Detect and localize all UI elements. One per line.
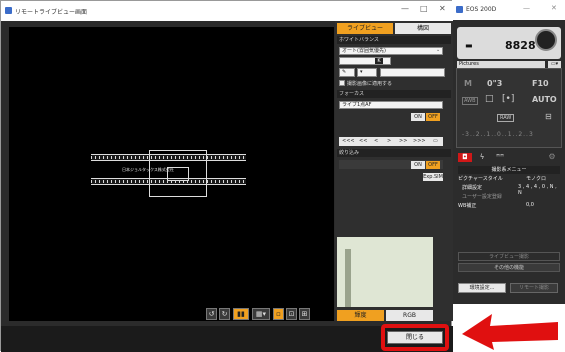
af-off-button[interactable]: OFF xyxy=(426,113,440,121)
window-title: リモートライブビュー画面 xyxy=(15,9,88,16)
focus-far-1-button[interactable]: > xyxy=(387,138,391,144)
awb-icon[interactable]: AWB xyxy=(462,97,478,105)
battery-icon: ▬ xyxy=(465,41,473,50)
focus-drive-bar: <<< << < > >> >>> ▭ xyxy=(339,137,443,146)
aperture[interactable]: F10 xyxy=(532,79,549,88)
tab-liveview[interactable]: ライブビュー xyxy=(337,23,393,34)
folder-field[interactable]: Pictures xyxy=(457,61,545,68)
exposure-scale-icon[interactable]: -3..2..1..0..1..2..3 xyxy=(462,131,534,138)
histogram xyxy=(337,237,433,307)
af-on-button[interactable]: ON xyxy=(411,113,425,121)
app-icon xyxy=(5,7,12,14)
rotate-right-icon[interactable]: ↻ xyxy=(219,308,230,320)
tab-composition[interactable]: 構図 xyxy=(395,23,451,34)
grid-display-icon[interactable]: ▦▾ xyxy=(252,308,270,320)
camera-shoot-tab-icon[interactable]: ◘ xyxy=(458,153,472,162)
shutter-speed[interactable]: 0"3 xyxy=(487,79,502,88)
power-dial-icon[interactable] xyxy=(535,29,557,51)
camera-close-button[interactable]: ✕ xyxy=(551,4,557,12)
shooting-settings: M 0"3 F10 AWB □ [•] AUTO RAW ⊟ -3..2..1.… xyxy=(456,68,562,148)
apply-wb-checkbox[interactable] xyxy=(339,80,345,86)
wb-k-badge: K xyxy=(375,58,383,64)
minimize-button[interactable]: — xyxy=(401,4,409,13)
preferences-button[interactable]: 環境設定... xyxy=(458,283,506,293)
af-mode-select[interactable]: ライブ1点AF xyxy=(339,101,443,109)
wb-shift-select[interactable]: ▾ xyxy=(357,68,377,77)
focus-near-1-button[interactable]: < xyxy=(374,138,378,144)
focus-far-3-button[interactable]: >>> xyxy=(413,138,426,144)
shots-remaining: 8828 xyxy=(505,39,536,52)
af-point-frame[interactable] xyxy=(167,167,189,181)
red-arrow-annotation xyxy=(462,314,558,350)
exposure-sim-badge: Exp.SIM xyxy=(423,173,443,181)
camera-window: EOS 200D — ✕ ▬ 8828 Pictures ▭▾ M 0"3 F1… xyxy=(453,0,565,304)
metering-icon[interactable]: [•] xyxy=(502,94,514,104)
raw-quality[interactable]: RAW xyxy=(497,114,515,122)
drive-mode-icon[interactable]: □ xyxy=(485,94,494,104)
wb-extra-field[interactable] xyxy=(380,68,445,77)
af-auto[interactable]: AUTO xyxy=(532,95,557,104)
camera-title-bar[interactable]: EOS 200D — ✕ xyxy=(453,0,565,20)
remote-liveview-window: リモートライブビュー画面 — □ ✕ 日本ジョルタックス株式会社 ↺ ↻ ▮▮ … xyxy=(0,0,453,352)
tab-histogram-rgb[interactable]: RGB xyxy=(386,310,433,321)
title-bar[interactable]: リモートライブビュー画面 — □ ✕ xyxy=(1,1,453,21)
close-button-highlight xyxy=(381,324,449,351)
apply-wb-label: 撮影画像に適用する xyxy=(347,81,393,87)
settings-gear-icon[interactable]: ⚙ xyxy=(545,152,559,162)
remote-shoot-button[interactable]: リモート撮影 xyxy=(510,283,558,293)
liveview-shoot-button[interactable]: ライブビュー撮影 xyxy=(458,252,560,261)
camera-app-icon xyxy=(456,6,463,13)
focus-stop-icon[interactable]: ▭ xyxy=(433,138,438,144)
detail-settings-row[interactable]: 詳細設定 3 , 4 , 4 , 0 , N , N xyxy=(458,184,560,196)
tab-histogram-brightness[interactable]: 輝度 xyxy=(337,310,384,321)
detail-settings-label: 詳細設定 xyxy=(462,185,483,191)
chevron-down-icon: ⌄ xyxy=(436,47,441,53)
dof-header: 絞り込み xyxy=(337,149,451,157)
maximize-button[interactable]: □ xyxy=(420,4,428,13)
af-frame-icon[interactable]: ▫ xyxy=(273,308,284,320)
close-window-button[interactable]: ✕ xyxy=(439,4,446,13)
folder-icon[interactable]: ▭▾ xyxy=(548,61,561,68)
wb-shift-row[interactable]: WB補正 0,0 xyxy=(458,202,560,210)
wb-shift-label: WB補正 xyxy=(458,203,477,209)
rotate-left-icon[interactable]: ↺ xyxy=(206,308,217,320)
user-def-row[interactable]: ユーザー設定登録 xyxy=(458,193,560,201)
dof-off-button[interactable]: OFF xyxy=(426,161,440,169)
camera-title: EOS 200D xyxy=(466,6,497,13)
color-temp-field[interactable] xyxy=(339,57,391,65)
zoom-5x-icon[interactable]: ⊡ xyxy=(286,308,297,320)
composition-overlay-icon[interactable]: ▮▮ xyxy=(233,308,249,320)
liveview-image[interactable]: 日本ジョルタックス株式会社 xyxy=(9,27,334,321)
focus-far-2-button[interactable]: >> xyxy=(399,138,407,144)
camera-minimize-button[interactable]: — xyxy=(523,4,530,12)
focus-near-2-button[interactable]: << xyxy=(359,138,367,144)
image-toolbar: ↺ ↻ ▮▮ ▦▾ ▫ ⊡ ⊞ xyxy=(9,306,334,322)
mode-indicator[interactable]: M xyxy=(464,79,472,88)
tools-tab-icon[interactable]: ꟸꟸ xyxy=(493,153,507,162)
white-balance-select[interactable]: オート(雰囲気優先) xyxy=(339,47,443,55)
picture-style-label: ピクチャースタイル xyxy=(458,176,503,182)
white-balance-header: ホワイトバランス xyxy=(337,36,451,44)
focus-near-3-button[interactable]: <<< xyxy=(342,138,355,144)
dof-on-button[interactable]: ON xyxy=(411,161,425,169)
picture-style-value: モノクロ xyxy=(526,176,547,182)
user-def-label: ユーザー設定登録 xyxy=(462,194,502,200)
shoot-menu-title: 撮影系メニュー xyxy=(458,166,560,174)
histogram-peak xyxy=(345,249,351,307)
flash-tab-icon[interactable]: ϟ xyxy=(475,153,489,162)
focus-header: フォーカス xyxy=(337,90,451,98)
wb-shift-value: 0,0 xyxy=(526,202,534,208)
other-functions-button[interactable]: その他の機能 xyxy=(458,263,560,272)
quality-icon[interactable]: ⊟ xyxy=(545,112,552,121)
eyedropper-icon[interactable]: ✎ xyxy=(339,68,355,77)
picture-style-row[interactable]: ピクチャースタイル モノクロ xyxy=(458,175,560,183)
zoom-10x-icon[interactable]: ⊞ xyxy=(299,308,310,320)
